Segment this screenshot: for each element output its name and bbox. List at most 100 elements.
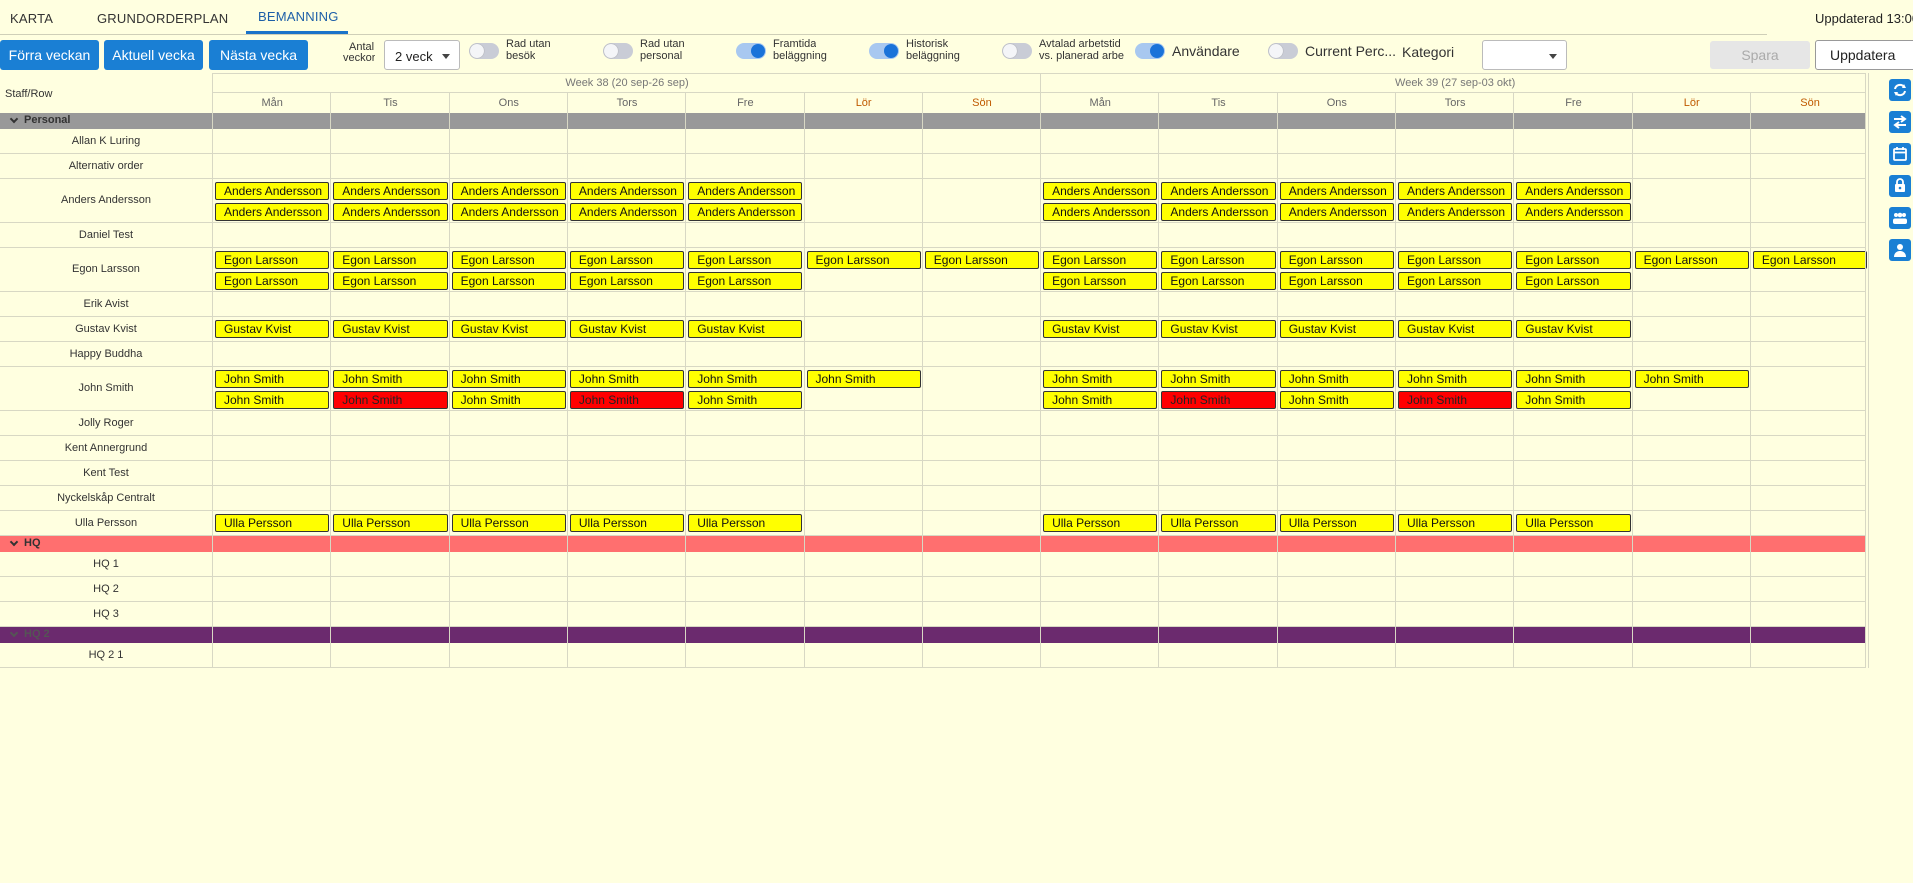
shift-block[interactable]: Egon Larsson — [1516, 251, 1631, 269]
shift-block[interactable]: Gustav Kvist — [215, 320, 330, 338]
shift-block[interactable]: Gustav Kvist — [1398, 320, 1513, 338]
shift-block[interactable]: Ulla Persson — [1516, 514, 1631, 532]
shift-block[interactable]: Egon Larsson — [1161, 251, 1276, 269]
shift-block[interactable]: Anders Andersson — [451, 182, 566, 200]
person-icon[interactable] — [1889, 239, 1911, 261]
toggle-2[interactable] — [603, 43, 633, 59]
shift-block[interactable]: John Smith — [215, 391, 330, 409]
shift-block[interactable]: Gustav Kvist — [1516, 320, 1631, 338]
shift-block[interactable]: John Smith — [1043, 370, 1158, 388]
shift-block[interactable]: Egon Larsson — [451, 251, 566, 269]
shift-block[interactable]: John Smith — [1161, 370, 1276, 388]
shift-block[interactable]: John Smith — [569, 370, 685, 388]
current-perc-toggle[interactable] — [1268, 43, 1298, 59]
shift-block[interactable]: John Smith — [569, 391, 685, 409]
shift-block[interactable]: John Smith — [1279, 370, 1394, 388]
shift-block[interactable]: Anders Andersson — [215, 182, 330, 200]
shift-block[interactable]: Egon Larsson — [1279, 251, 1394, 269]
shift-block[interactable]: John Smith — [1398, 370, 1513, 388]
swap-icon[interactable] — [1889, 111, 1911, 133]
kategori-select[interactable] — [1482, 40, 1567, 70]
shift-block[interactable]: Egon Larsson — [569, 272, 685, 290]
shift-block[interactable]: Egon Larsson — [1516, 272, 1631, 290]
save-button[interactable]: Spara — [1710, 41, 1810, 69]
shift-block[interactable]: Ulla Persson — [1398, 514, 1513, 532]
shift-block[interactable]: John Smith — [688, 370, 803, 388]
shift-block[interactable]: Gustav Kvist — [451, 320, 566, 338]
shift-block[interactable]: Anders Andersson — [1161, 182, 1276, 200]
shift-block[interactable]: John Smith — [451, 370, 566, 388]
shift-block[interactable]: Gustav Kvist — [688, 320, 803, 338]
shift-block[interactable]: Anders Andersson — [569, 203, 685, 221]
group-icon[interactable] — [1889, 207, 1911, 229]
shift-block[interactable]: Ulla Persson — [215, 514, 330, 532]
shift-block[interactable]: Anders Andersson — [1398, 182, 1513, 200]
update-button[interactable]: Uppdatera — [1815, 40, 1913, 70]
shift-block[interactable]: Anders Andersson — [569, 182, 685, 200]
shift-block[interactable]: John Smith — [1634, 370, 1749, 388]
current-week-button[interactable]: Aktuell vecka — [104, 40, 203, 70]
shift-block[interactable]: Anders Andersson — [1516, 203, 1631, 221]
weeks-count-select[interactable]: 2 veck — [384, 40, 460, 70]
shift-block[interactable]: Egon Larsson — [1043, 272, 1158, 290]
shift-block[interactable]: Egon Larsson — [215, 251, 330, 269]
shift-block[interactable]: Anders Andersson — [1398, 203, 1513, 221]
shift-block[interactable]: Egon Larsson — [1043, 251, 1158, 269]
shift-block[interactable]: Egon Larsson — [333, 251, 448, 269]
shift-block[interactable]: John Smith — [806, 370, 921, 388]
shift-block[interactable]: Anders Andersson — [333, 182, 448, 200]
shift-block[interactable]: John Smith — [1516, 391, 1631, 409]
shift-block[interactable]: Ulla Persson — [569, 514, 685, 532]
calendar-icon[interactable] — [1889, 143, 1911, 165]
shift-block[interactable]: Egon Larsson — [806, 251, 921, 269]
shift-block[interactable]: John Smith — [451, 391, 566, 409]
shift-block[interactable]: Anders Andersson — [1279, 182, 1394, 200]
section-header[interactable]: Personal — [0, 113, 1866, 129]
tab-grundorderplan[interactable]: GRUNDORDERPLAN — [97, 11, 228, 26]
shift-block[interactable]: Anders Andersson — [1516, 182, 1631, 200]
shift-block[interactable]: Anders Andersson — [1043, 182, 1158, 200]
shift-block[interactable]: Egon Larsson — [688, 251, 803, 269]
shift-block[interactable]: Anders Andersson — [451, 203, 566, 221]
shift-block[interactable]: Egon Larsson — [924, 251, 1040, 269]
shift-block[interactable]: Egon Larsson — [1279, 272, 1394, 290]
next-week-button[interactable]: Nästa vecka — [209, 40, 308, 70]
prev-week-button[interactable]: Förra veckan — [0, 40, 99, 70]
toggle-5[interactable] — [1002, 43, 1032, 59]
shift-block[interactable]: Gustav Kvist — [333, 320, 448, 338]
shift-block[interactable]: Egon Larsson — [333, 272, 448, 290]
toggle-3[interactable] — [736, 43, 766, 59]
shift-block[interactable]: Gustav Kvist — [569, 320, 685, 338]
shift-block[interactable]: John Smith — [333, 391, 448, 409]
shift-block[interactable]: Egon Larsson — [215, 272, 330, 290]
section-header[interactable]: HQ 2 — [0, 627, 1866, 643]
shift-block[interactable]: Anders Andersson — [688, 182, 803, 200]
shift-block[interactable]: Ulla Persson — [688, 514, 803, 532]
shift-block[interactable]: Egon Larsson — [1161, 272, 1276, 290]
shift-block[interactable]: Anders Andersson — [1043, 203, 1158, 221]
shift-block[interactable]: Egon Larsson — [451, 272, 566, 290]
toggle-1[interactable] — [469, 43, 499, 59]
shift-block[interactable]: John Smith — [333, 370, 448, 388]
shift-block[interactable]: John Smith — [215, 370, 330, 388]
tab-bemanning[interactable]: BEMANNING — [258, 9, 339, 24]
shift-block[interactable]: Egon Larsson — [569, 251, 685, 269]
shift-block[interactable]: John Smith — [1161, 391, 1276, 409]
shift-block[interactable]: John Smith — [1398, 391, 1513, 409]
tab-karta[interactable]: KARTA — [10, 11, 53, 26]
shift-block[interactable]: Egon Larsson — [688, 272, 803, 290]
shift-block[interactable]: Gustav Kvist — [1043, 320, 1158, 338]
shift-block[interactable]: John Smith — [1516, 370, 1631, 388]
shift-block[interactable]: Egon Larsson — [1752, 251, 1868, 269]
sync-icon[interactable] — [1889, 79, 1911, 101]
anvandare-toggle[interactable] — [1135, 43, 1165, 59]
shift-block[interactable]: Gustav Kvist — [1161, 320, 1276, 338]
shift-block[interactable]: John Smith — [688, 391, 803, 409]
shift-block[interactable]: Egon Larsson — [1634, 251, 1749, 269]
shift-block[interactable]: Ulla Persson — [1279, 514, 1394, 532]
bag-icon[interactable] — [1889, 175, 1911, 197]
shift-block[interactable]: Egon Larsson — [1398, 272, 1513, 290]
section-header[interactable]: HQ — [0, 536, 1866, 552]
shift-block[interactable]: Ulla Persson — [1161, 514, 1276, 532]
shift-block[interactable]: John Smith — [1279, 391, 1394, 409]
